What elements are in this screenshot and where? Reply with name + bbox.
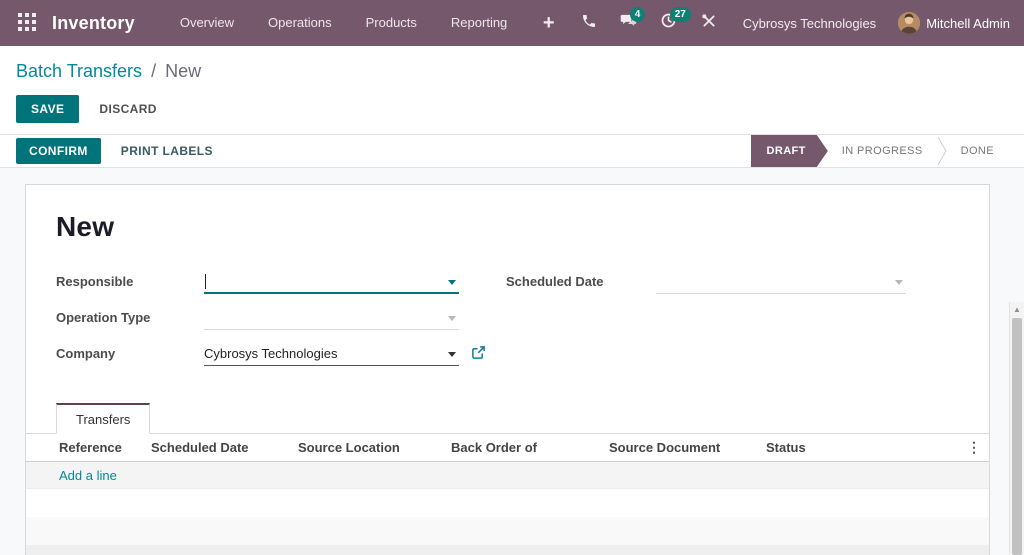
form-fields: Responsible Operation Type Company Cybro… <box>56 271 959 379</box>
scheduled-date-input[interactable] <box>656 271 906 294</box>
activities-button[interactable]: 27 <box>649 0 691 46</box>
company-value: Cybrosys Technologies <box>204 346 338 361</box>
form-sheet: New Responsible Operation Type Company C… <box>25 184 990 555</box>
status-draft[interactable]: DRAFT <box>751 135 828 167</box>
operation-type-label: Operation Type <box>56 310 151 325</box>
status-pipeline: DRAFT IN PROGRESS DONE <box>751 135 1008 167</box>
operation-type-input[interactable] <box>204 307 459 330</box>
avatar <box>898 12 921 34</box>
empty-row <box>26 517 989 545</box>
sheet-inner: New Responsible Operation Type Company C… <box>26 185 989 555</box>
breadcrumb-current: New <box>165 61 202 81</box>
notebook: Transfers <box>26 403 989 434</box>
menu-operations[interactable]: Operations <box>251 0 349 46</box>
content-area: New Responsible Operation Type Company C… <box>0 168 1024 555</box>
chevron-down-icon[interactable] <box>448 352 456 357</box>
form-column-right: Scheduled Date <box>506 271 959 379</box>
column-source-document[interactable]: Source Document <box>609 440 766 455</box>
column-reference[interactable]: Reference <box>26 440 151 455</box>
responsible-input[interactable] <box>204 271 459 294</box>
responsible-row: Responsible <box>56 271 506 298</box>
column-scheduled-date[interactable]: Scheduled Date <box>151 440 298 455</box>
menu-overview[interactable]: Overview <box>163 0 251 46</box>
add-a-line-link[interactable]: Add a line <box>26 468 117 483</box>
empty-row <box>26 489 989 517</box>
statusbar: CONFIRM PRINT LABELS DRAFT IN PROGRESS D… <box>0 134 1024 168</box>
apps-menu-button[interactable] <box>12 9 42 38</box>
chevron-down-icon[interactable] <box>448 280 456 285</box>
chevron-down-icon[interactable] <box>448 316 456 321</box>
messages-badge: 4 <box>629 7 646 22</box>
control-panel: Batch Transfers / New SAVE DISCARD <box>0 46 1024 134</box>
operation-type-row: Operation Type <box>56 307 506 334</box>
add-line-row: Add a line <box>26 462 989 489</box>
breadcrumb-separator: / <box>151 61 157 81</box>
confirm-button[interactable]: CONFIRM <box>16 138 101 164</box>
column-back-order-of[interactable]: Back Order of <box>451 440 609 455</box>
empty-row <box>26 545 989 555</box>
text-cursor <box>205 274 206 289</box>
apps-grid-icon <box>18 12 36 34</box>
company-switcher[interactable]: Cybrosys Technologies <box>743 16 876 31</box>
tools-icon <box>701 13 717 34</box>
voip-button[interactable] <box>569 0 609 46</box>
navbar-left: Inventory Overview Operations Products R… <box>12 0 524 46</box>
scheduled-date-label: Scheduled Date <box>506 274 604 289</box>
statusbar-buttons: CONFIRM PRINT LABELS <box>0 135 227 167</box>
column-status[interactable]: Status <box>766 440 959 455</box>
app-name[interactable]: Inventory <box>52 13 135 34</box>
scroll-up-icon[interactable]: ▲ <box>1010 302 1024 317</box>
app-window: Inventory Overview Operations Products R… <box>0 0 1024 555</box>
tools-button[interactable] <box>689 0 729 46</box>
transfers-table: Reference Scheduled Date Source Location… <box>26 434 989 555</box>
tab-transfers[interactable]: Transfers <box>56 403 151 434</box>
plus-icon: + <box>542 12 555 34</box>
menu-products[interactable]: Products <box>349 0 434 46</box>
record-title: New <box>56 211 115 242</box>
scheduled-date-row: Scheduled Date <box>506 271 959 298</box>
user-name: Mitchell Admin <box>926 15 1010 31</box>
chevron-down-icon[interactable] <box>895 280 903 285</box>
print-labels-button[interactable]: PRINT LABELS <box>107 138 227 164</box>
table-header: Reference Scheduled Date Source Location… <box>26 434 989 462</box>
menu-reporting[interactable]: Reporting <box>434 0 524 46</box>
quick-create-button[interactable]: + <box>529 0 569 46</box>
main-menus: Overview Operations Products Reporting <box>163 0 524 46</box>
form-column-left: Responsible Operation Type Company Cybro… <box>56 271 506 379</box>
activities-badge: 27 <box>669 7 691 22</box>
breadcrumb: Batch Transfers / New <box>16 59 1008 83</box>
vertical-scrollbar[interactable]: ▲ <box>1009 302 1024 555</box>
messages-button[interactable]: 4 <box>609 0 649 46</box>
company-label: Company <box>56 346 116 361</box>
status-done[interactable]: DONE <box>947 135 1008 167</box>
column-options-icon[interactable]: ⋮ <box>959 439 989 456</box>
discard-button[interactable]: DISCARD <box>85 96 170 122</box>
save-button[interactable]: SAVE <box>16 95 80 123</box>
breadcrumb-batch-transfers[interactable]: Batch Transfers <box>16 61 142 81</box>
scrollbar-thumb[interactable] <box>1012 318 1022 555</box>
company-input[interactable]: Cybrosys Technologies <box>204 343 459 366</box>
company-row: Company Cybrosys Technologies <box>56 343 506 370</box>
status-in-progress[interactable]: IN PROGRESS <box>828 135 937 167</box>
chevron-right-icon <box>937 135 947 167</box>
external-link-icon[interactable] <box>471 345 486 360</box>
responsible-label: Responsible <box>56 274 134 289</box>
column-source-location[interactable]: Source Location <box>298 440 451 455</box>
form-action-buttons: SAVE DISCARD <box>16 95 1008 123</box>
phone-icon <box>581 13 597 34</box>
user-menu[interactable]: Mitchell Admin <box>898 12 1010 34</box>
top-navbar: Inventory Overview Operations Products R… <box>0 0 1024 46</box>
navbar-right: + 4 27 Cybrosys Technologies Mitchell Ad… <box>529 0 1010 46</box>
